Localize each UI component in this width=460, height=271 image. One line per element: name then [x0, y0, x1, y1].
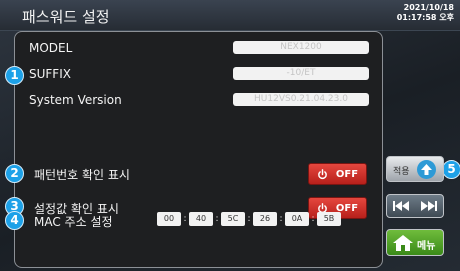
model-field: NEX1200 [233, 41, 369, 54]
system-version-label: System Version [29, 93, 122, 107]
system-version-field: HU12VS0.21.04.23.0 [233, 93, 369, 106]
upload-arrow-icon [417, 160, 436, 179]
mac-separator: : [215, 214, 219, 224]
clock: 2021/10/18 01:17:58 오후 [397, 3, 454, 23]
home-icon [393, 235, 413, 251]
suffix-label: SUFFIX [29, 67, 71, 81]
mac-separator: : [247, 214, 251, 224]
mac-octet-field[interactable]: 40 [189, 212, 213, 226]
title-bar: 패스워드 설정 2021/10/18 01:17:58 오후 [0, 0, 460, 31]
model-label: MODEL [29, 41, 73, 55]
settings-screen: 패스워드 설정 2021/10/18 01:17:58 오후 MODEL NEX… [0, 0, 460, 271]
skip-forward-icon[interactable] [420, 200, 438, 212]
mac-octet-field[interactable]: 00 [157, 212, 181, 226]
skip-back-icon[interactable] [392, 200, 410, 212]
power-icon [318, 168, 327, 179]
clock-date: 2021/10/18 [403, 3, 454, 12]
apply-button[interactable]: 적용 [386, 156, 444, 182]
mac-separator: : [279, 214, 283, 224]
settings-panel: MODEL NEX1200 SUFFIX -10/ET System Versi… [14, 31, 383, 268]
callout-badge-2: 2 [5, 164, 24, 183]
pattern-display-toggle[interactable]: OFF [308, 163, 367, 185]
mac-separator: : [183, 214, 187, 224]
menu-label: 메뉴 [417, 241, 436, 252]
menu-button[interactable]: 메뉴 [386, 229, 444, 256]
pattern-display-label: 패턴번호 확인 표시 [34, 168, 130, 182]
page-title: 패스워드 설정 [22, 8, 110, 26]
mac-address-fields: 00 : 40 : 5C : 26 : 0A : 5B [157, 212, 341, 226]
mac-octet-field[interactable]: 0A [285, 212, 309, 226]
clock-time: 01:17:58 오후 [396, 13, 454, 22]
mac-address-label: MAC 주소 설정 [34, 215, 113, 229]
mac-octet-field[interactable]: 5B [317, 212, 341, 226]
apply-label: 적용 [393, 167, 410, 177]
suffix-field: -10/ET [233, 67, 369, 80]
page-nav-buttons [386, 194, 444, 218]
callout-badge-4: 4 [5, 211, 24, 230]
mac-separator: : [311, 214, 315, 224]
callout-badge-1: 1 [5, 66, 24, 85]
toggle-state: OFF [335, 168, 359, 180]
callout-badge-5: 5 [442, 160, 460, 179]
mac-octet-field[interactable]: 5C [221, 212, 245, 226]
mac-octet-field[interactable]: 26 [253, 212, 277, 226]
